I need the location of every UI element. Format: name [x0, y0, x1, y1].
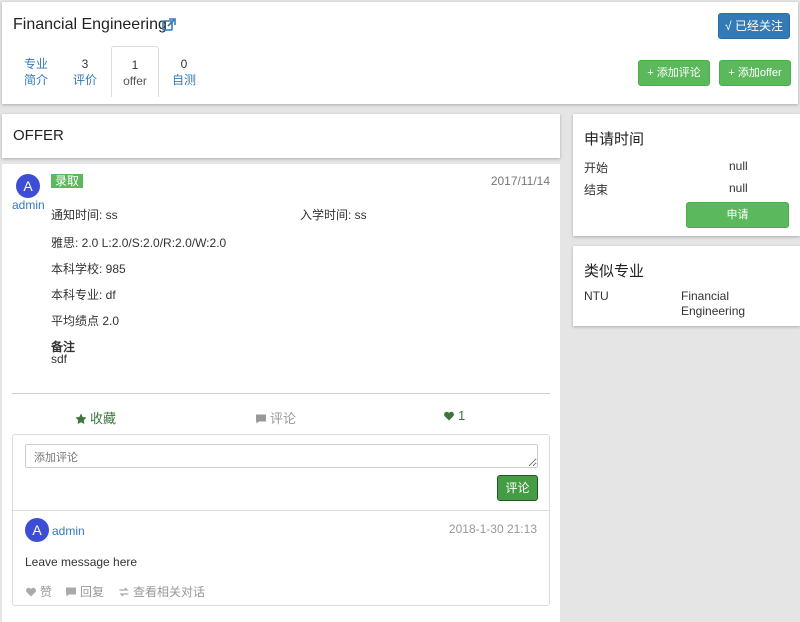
avatar[interactable]: A: [16, 174, 40, 198]
add-offer-button[interactable]: + 添加offer: [719, 60, 791, 86]
tab-intro-label-1: 专业: [23, 57, 48, 71]
apply-time-title: 申请时间: [584, 131, 645, 148]
tab-reviews[interactable]: 3 评价: [61, 46, 109, 96]
favorite-button[interactable]: 收藏: [75, 408, 116, 427]
tab-intro[interactable]: 专业 简介: [12, 46, 60, 96]
view-thread-button[interactable]: 查看相关对话: [118, 583, 205, 600]
heart-icon: [444, 411, 454, 421]
tab-intro-label-2: 简介: [23, 73, 48, 87]
undergrad-major: 本科专业: df: [51, 288, 116, 302]
enroll-time: 入学时间: ss: [300, 208, 367, 222]
heart-icon: [26, 587, 36, 597]
tab-selftest-label: 自测: [171, 73, 196, 87]
end-label: 结束: [584, 183, 609, 197]
tab-selftest[interactable]: 0 自测: [160, 46, 208, 96]
start-value: null: [729, 159, 748, 173]
apply-time-panel: 申请时间 开始 null 结束 null 申请: [573, 114, 800, 236]
offer-section-title: OFFER: [13, 127, 64, 144]
status-badge: 录取: [51, 174, 84, 188]
follow-button[interactable]: √ 已经关注: [718, 13, 790, 39]
view-thread-label: 查看相关对话: [133, 585, 206, 599]
offer-card: A admin 录取 2017/11/14 通知时间: ss 入学时间: ss …: [2, 164, 560, 622]
comment-reply-label: 回复: [80, 585, 105, 599]
major-header-panel: Financial Engineering √ 已经关注 专业 简介 3 评价 …: [2, 2, 798, 104]
notice-time: 通知时间: ss: [51, 208, 118, 222]
undergrad-school: 本科学校: 985: [51, 262, 126, 276]
comment-like-label: 赞: [40, 585, 53, 599]
comment-label: 评论: [270, 411, 297, 426]
comment-submit-button[interactable]: 评论: [497, 475, 538, 501]
like-button[interactable]: 1: [443, 408, 465, 423]
favorite-label: 收藏: [90, 411, 117, 426]
page-title: Financial Engineering: [13, 16, 167, 33]
start-label: 开始: [584, 161, 609, 175]
star-icon: [75, 413, 87, 425]
comment-input[interactable]: [25, 444, 538, 468]
offer-author-link[interactable]: admin: [12, 198, 45, 212]
comment-reply-button[interactable]: 回复: [65, 583, 104, 600]
comment-icon: [66, 587, 76, 597]
comment-button[interactable]: 评论: [255, 408, 296, 427]
divider: [13, 510, 549, 511]
tab-offer-label: offer: [123, 74, 147, 88]
like-count: 1: [458, 408, 466, 423]
comment-author-link[interactable]: admin: [52, 524, 85, 538]
comment-icon: [256, 414, 266, 424]
comment-like-button[interactable]: 赞: [25, 583, 52, 600]
similar-school: NTU: [584, 289, 609, 303]
apply-button[interactable]: 申请: [686, 202, 789, 228]
tab-offer-count: 1: [131, 58, 139, 72]
comment-text: Leave message here: [25, 555, 138, 569]
similar-majors-title: 类似专业: [584, 263, 645, 280]
offer-section-header: OFFER: [2, 114, 560, 158]
tab-offer[interactable]: 1 offer: [111, 46, 159, 97]
tab-reviews-label: 评价: [72, 73, 97, 87]
divider: [12, 393, 550, 394]
comment-time: 2018-1-30 21:13: [448, 522, 537, 536]
similar-major-link-line-2[interactable]: Engineering: [681, 304, 745, 318]
similar-major-link-line-1[interactable]: Financial: [681, 289, 729, 303]
add-review-button[interactable]: + 添加评论: [638, 60, 710, 86]
external-link-icon[interactable]: [162, 18, 176, 32]
comment-section: 评论 A admin 2018-1-30 21:13 Leave message…: [12, 434, 550, 606]
gpa: 平均绩点 2.0: [51, 314, 120, 328]
notes-value: sdf: [51, 352, 68, 366]
tab-reviews-count: 3: [81, 57, 89, 71]
tab-selftest-count: 0: [180, 57, 188, 71]
swap-arrows-icon: [119, 587, 129, 597]
offer-date: 2017/11/14: [490, 174, 550, 188]
ielts-score: 雅思: 2.0 L:2.0/S:2.0/R:2.0/W:2.0: [51, 236, 227, 250]
similar-majors-panel: 类似专业 NTU Financial Engineering: [573, 246, 800, 326]
comment-avatar[interactable]: A: [25, 518, 49, 542]
end-value: null: [729, 181, 748, 195]
